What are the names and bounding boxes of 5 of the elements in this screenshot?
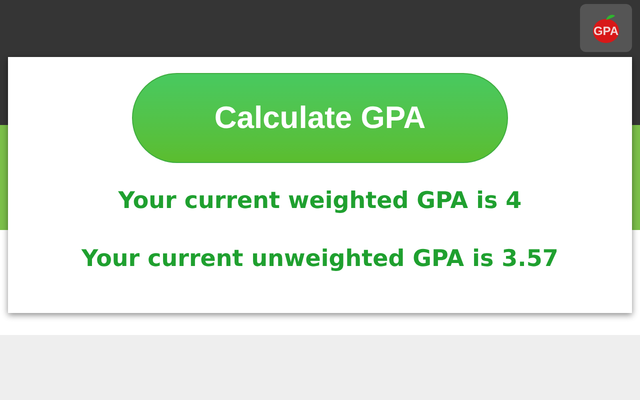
extension-label: GPA [593, 23, 619, 40]
gpa-result-text: Your current unweighted GPA is 3.57 [82, 245, 558, 273]
extension-button[interactable]: GPA [580, 4, 632, 52]
calculate-button[interactable]: Calculate GPA [132, 73, 508, 163]
gpa-result-text: Your current weighted GPA is 4 [118, 187, 522, 215]
